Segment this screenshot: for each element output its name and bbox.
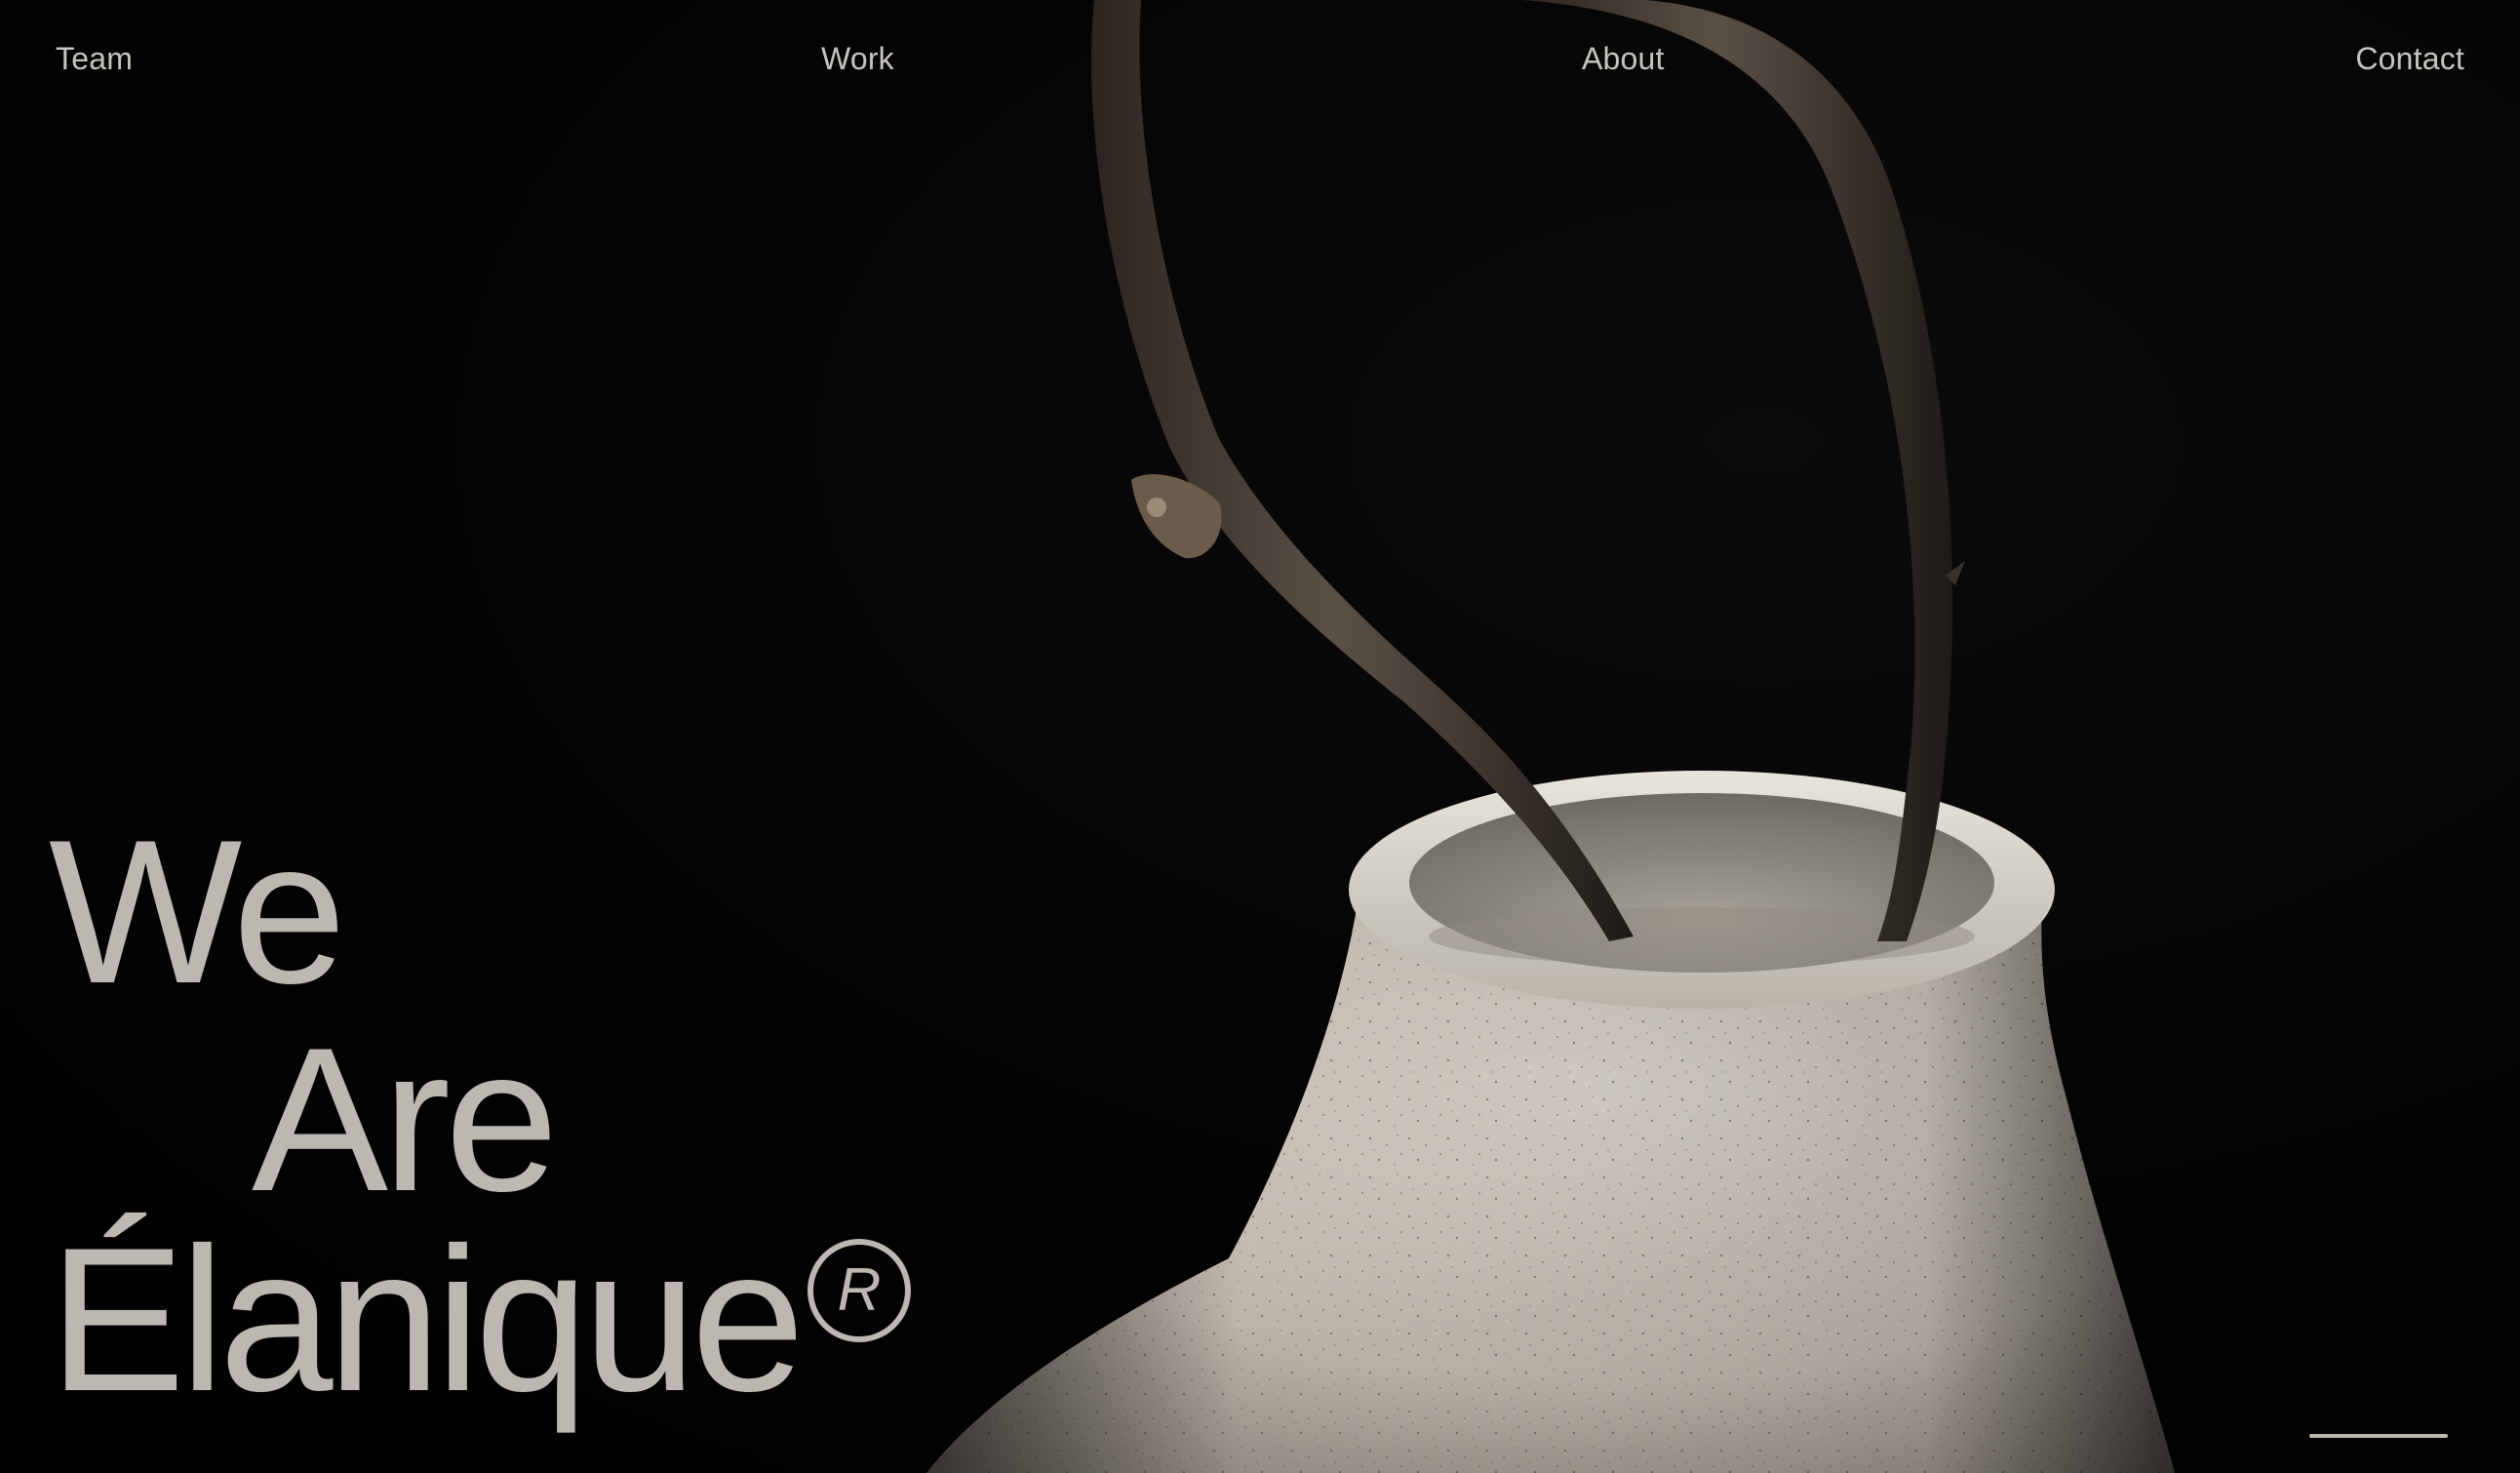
hero-headline-line-2: Are	[252, 1005, 559, 1234]
nav-link-about[interactable]: About	[1582, 39, 1665, 78]
registered-mark-letter: R	[838, 1256, 882, 1324]
slide-indicator[interactable]	[2309, 1434, 2448, 1438]
hero-headline-line-1: We	[49, 797, 346, 1026]
registered-mark-icon: R	[807, 1239, 911, 1342]
hero-section: Team Work About Contact We Are Élanique …	[0, 0, 2520, 1473]
hero-headline-line-3: Élanique	[49, 1205, 805, 1434]
nav-link-team[interactable]: Team	[56, 39, 133, 78]
nav-link-work[interactable]: Work	[821, 39, 894, 78]
nav-link-contact[interactable]: Contact	[2355, 39, 2464, 78]
